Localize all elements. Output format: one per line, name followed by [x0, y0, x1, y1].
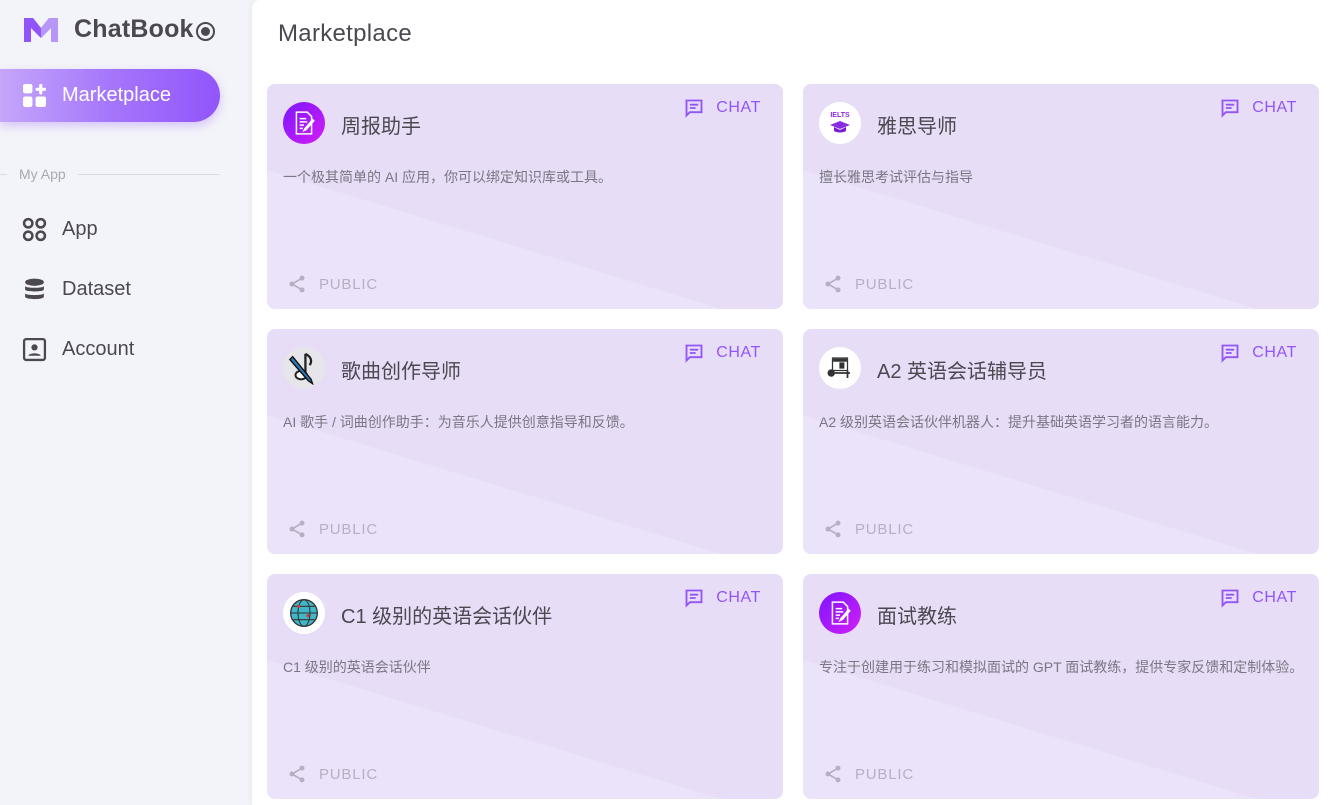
visibility-status: PUBLIC	[287, 764, 378, 784]
music-pen-icon	[283, 347, 325, 389]
app-grid-icon	[22, 217, 47, 242]
sidebar-item-label: Marketplace	[62, 84, 171, 106]
app-card[interactable]: 歌曲创作导师 CHAT AI 歌手 / 词曲创作助手：为音乐人提供创意指导和反馈…	[267, 329, 783, 554]
share-icon	[289, 765, 305, 783]
share-icon	[289, 520, 305, 538]
globe-icon	[283, 592, 325, 634]
ielts-cap-icon: IELTS	[819, 102, 861, 144]
visibility-label: PUBLIC	[855, 765, 914, 783]
chat-icon	[1221, 344, 1239, 363]
chat-button[interactable]: CHAT	[1220, 98, 1297, 118]
chat-label: CHAT	[1252, 99, 1297, 116]
card-title: C1 级别的英语会话伙伴	[341, 606, 553, 628]
sidebar-item-label: App	[62, 217, 98, 240]
card-title: 雅思导师	[877, 116, 957, 138]
divider	[77, 173, 220, 175]
chat-button[interactable]: CHAT	[684, 588, 761, 608]
visibility-label: PUBLIC	[319, 765, 378, 783]
card-title: 歌曲创作导师	[341, 361, 461, 383]
marketplace-grid-icon	[22, 83, 47, 108]
page-title: Marketplace	[278, 20, 413, 47]
sidebar-item-marketplace[interactable]: Marketplace	[0, 69, 220, 122]
app-card[interactable]: A2 英语会话辅导员 CHAT A2 级别英语会话伙伴机器人：提升基础英语学习者…	[803, 329, 1319, 554]
share-icon	[825, 275, 841, 293]
app-name: ChatBook	[74, 14, 194, 43]
card-title: 周报助手	[341, 116, 421, 138]
app-card[interactable]: 面试教练 CHAT 专注于创建用于练习和模拟面试的 GPT 面试教练，提供专家反…	[803, 574, 1319, 799]
chat-button[interactable]: CHAT	[684, 343, 761, 363]
app-card[interactable]: 周报助手 CHAT 一个极其简单的 AI 应用，你可以绑定知识库或工具。 PUB…	[267, 84, 783, 309]
chat-label: CHAT	[1252, 344, 1297, 361]
app-card[interactable]: C1 级别的英语会话伙伴 CHAT C1 级别的英语会话伙伴 PUBLIC	[267, 574, 783, 799]
main-content: Marketplace 周报助手 CHAT 一个极其简单的 AI 应用，你可以绑…	[252, 0, 1336, 805]
computer-desk-icon	[819, 347, 861, 389]
document-edit-icon	[283, 102, 325, 144]
visibility-status: PUBLIC	[823, 519, 914, 539]
divider	[0, 173, 7, 175]
chat-icon	[685, 344, 703, 363]
chat-label: CHAT	[716, 99, 761, 116]
chat-icon	[1221, 589, 1239, 608]
document-edit-icon	[819, 592, 861, 634]
sidebar-item-label: Account	[62, 337, 135, 360]
section-label: My App	[19, 166, 66, 182]
chat-icon	[685, 589, 703, 608]
section-my-app: My App	[0, 164, 220, 184]
chat-button[interactable]: CHAT	[1220, 588, 1297, 608]
card-title: 面试教练	[877, 606, 957, 628]
chat-icon	[685, 99, 703, 118]
chat-button[interactable]: CHAT	[684, 98, 761, 118]
chat-label: CHAT	[716, 589, 761, 606]
card-description: 一个极其简单的 AI 应用，你可以绑定知识库或工具。	[283, 169, 613, 185]
chat-icon	[1221, 99, 1239, 118]
share-icon	[825, 765, 841, 783]
app-card[interactable]: IELTS 雅思导师 CHAT 擅长雅思考试评估与指导 PUBLIC	[803, 84, 1319, 309]
card-description: AI 歌手 / 词曲创作助手：为音乐人提供创意指导和反馈。	[283, 414, 634, 430]
sidebar-item-account[interactable]: Account	[0, 323, 220, 375]
brand[interactable]: ChatBook	[22, 12, 215, 46]
visibility-status: PUBLIC	[287, 274, 378, 294]
chat-button[interactable]: CHAT	[1220, 343, 1297, 363]
card-description: 专注于创建用于练习和模拟面试的 GPT 面试教练，提供专家反馈和定制体验。	[819, 659, 1304, 675]
visibility-label: PUBLIC	[855, 520, 914, 538]
share-icon	[289, 275, 305, 293]
chat-label: CHAT	[716, 344, 761, 361]
m-logo-icon	[24, 18, 58, 42]
sidebar-item-label: Dataset	[62, 277, 131, 300]
share-icon	[825, 520, 841, 538]
chat-label: CHAT	[1252, 589, 1297, 606]
sidebar: ChatBook Marketplace My App App Dataset …	[0, 0, 252, 805]
visibility-status: PUBLIC	[823, 764, 914, 784]
card-title: A2 英语会话辅导员	[877, 361, 1048, 383]
database-icon	[22, 277, 47, 302]
sidebar-item-app[interactable]: App	[0, 203, 220, 255]
visibility-status: PUBLIC	[823, 274, 914, 294]
visibility-label: PUBLIC	[855, 275, 914, 293]
card-description: C1 级别的英语会话伙伴	[283, 659, 431, 675]
visibility-status: PUBLIC	[287, 519, 378, 539]
visibility-label: PUBLIC	[319, 520, 378, 538]
account-box-icon	[22, 337, 47, 362]
card-description: A2 级别英语会话伙伴机器人：提升基础英语学习者的语言能力。	[819, 414, 1219, 430]
visibility-label: PUBLIC	[319, 275, 378, 293]
sidebar-item-dataset[interactable]: Dataset	[0, 263, 220, 315]
card-description: 擅长雅思考试评估与指导	[819, 169, 973, 185]
brand-record-icon	[195, 21, 215, 41]
